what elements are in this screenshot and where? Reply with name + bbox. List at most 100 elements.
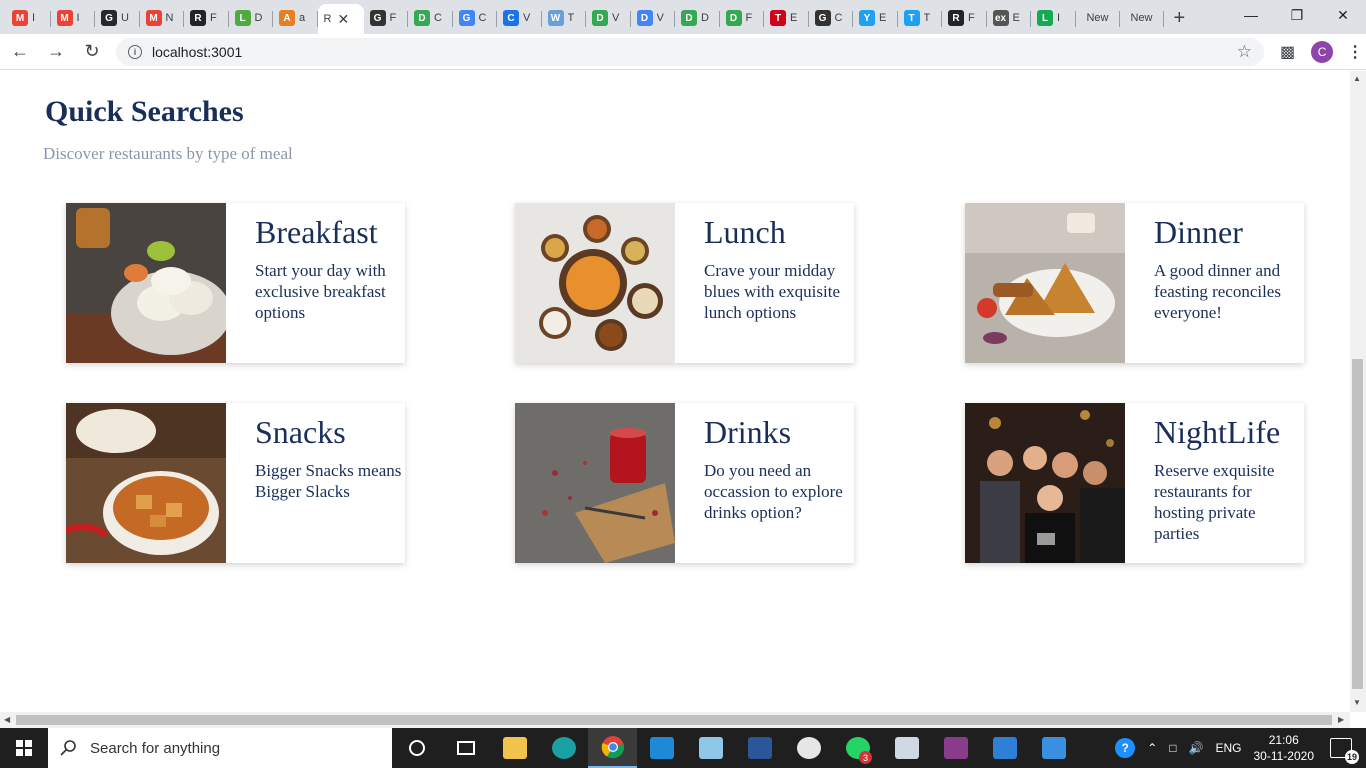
browser-tab[interactable]: TE <box>764 4 809 32</box>
browser-tab[interactable]: TT <box>898 4 943 32</box>
whatsapp-icon[interactable]: 3 <box>833 728 882 768</box>
browser-tab[interactable]: RF <box>942 4 987 32</box>
vertical-scroll-thumb[interactable] <box>1352 359 1363 689</box>
page-title: Quick Searches <box>45 95 244 128</box>
meal-card-snacks[interactable]: Snacks Bigger Snacks means Bigger Slacks <box>66 403 405 563</box>
t-icon: T <box>903 10 920 26</box>
browser-tab[interactable]: CV <box>497 4 542 32</box>
gmail-icon: M <box>145 10 162 26</box>
volume-icon[interactable]: 🔊 <box>1189 741 1204 755</box>
notification-center-icon[interactable]: 19 <box>1330 738 1359 764</box>
browser-tab[interactable]: YE <box>853 4 898 32</box>
start-button[interactable] <box>0 728 48 768</box>
clock[interactable]: 21:06 30-11-2020 <box>1254 732 1315 764</box>
screen-icon[interactable] <box>882 728 931 768</box>
tab-title: New <box>1130 12 1153 24</box>
reload-button[interactable]: ↻ <box>76 36 108 68</box>
browser-tab[interactable]: DF <box>720 4 765 32</box>
mongodb-icon: L <box>1037 10 1053 26</box>
grid-icon: A <box>279 10 295 26</box>
search-icon <box>60 740 76 756</box>
task-view-icon[interactable] <box>441 728 490 768</box>
windows-taskbar: Search for anything 3 ? ⌃ □ 🔊 ENG 21:06 … <box>0 728 1366 768</box>
tab-title: T <box>923 12 931 24</box>
meal-card-drinks[interactable]: Drinks Do you need an occassion to explo… <box>515 403 854 563</box>
browser-tab[interactable]: WT <box>542 4 587 32</box>
extensions-puzzle-icon[interactable]: ▩ <box>1280 42 1295 62</box>
browser-tab[interactable]: GC <box>809 4 854 32</box>
browser-tab[interactable]: GU <box>95 4 140 32</box>
tab-title: R <box>323 13 332 25</box>
forward-button[interactable]: → <box>40 36 72 68</box>
browser-tab[interactable]: DV <box>631 4 676 32</box>
profile-avatar[interactable]: C <box>1311 40 1334 63</box>
scroll-down-icon[interactable]: ▼ <box>1353 698 1361 707</box>
browser-tab[interactable]: DD <box>675 4 720 32</box>
word-icon[interactable] <box>735 728 784 768</box>
help-icon[interactable]: ? <box>1115 738 1136 758</box>
browser-tab[interactable]: LI <box>1031 4 1076 32</box>
tab-title: D <box>701 12 709 24</box>
edge-icon[interactable] <box>539 728 588 768</box>
paint-icon[interactable] <box>784 728 833 768</box>
browser-tab[interactable]: ex E <box>987 4 1032 32</box>
drinks-photo <box>515 403 675 563</box>
tab-new-1[interactable]: New <box>1076 4 1120 32</box>
browser-tab[interactable]: RF <box>184 4 229 32</box>
tab-title: C <box>478 12 487 24</box>
tab-title: New <box>1086 12 1109 24</box>
browser-tab[interactable]: GC <box>453 4 498 32</box>
browser-tab[interactable]: MN <box>140 4 185 32</box>
browser-tab[interactable]: DC <box>408 4 453 32</box>
url-text[interactable]: localhost:3001 <box>152 44 242 60</box>
meal-card-nightlife[interactable]: NightLife Reserve exquisite restaurants … <box>965 403 1304 563</box>
lunch-photo <box>515 203 675 363</box>
chrome-icon[interactable] <box>588 728 637 768</box>
horizontal-scrollbar[interactable]: ◀ ▶ <box>0 712 1350 728</box>
tab-title: D <box>254 12 263 24</box>
meal-card-lunch[interactable]: Lunch Crave your midday blues with exqui… <box>515 203 854 363</box>
vertical-scrollbar[interactable]: ▲ ▼ <box>1350 71 1366 712</box>
browser-tab[interactable]: MI <box>51 4 96 32</box>
tab-close-icon[interactable]: ✕ <box>338 11 350 28</box>
dinner-photo <box>965 203 1125 363</box>
horizontal-scroll-thumb[interactable] <box>16 715 1332 725</box>
browser-tab[interactable]: DV <box>586 4 631 32</box>
media-icon[interactable] <box>980 728 1029 768</box>
browser-menu-icon[interactable]: ⋮ <box>1347 42 1363 62</box>
browser-tab[interactable]: MI <box>6 4 51 32</box>
taskbar-search[interactable]: Search for anything <box>48 728 392 768</box>
globe-icon: G <box>814 10 831 26</box>
restore-button[interactable]: ❐ <box>1274 0 1320 30</box>
photos-icon[interactable] <box>1029 728 1078 768</box>
card-description: Reserve exquisite restaurants for hostin… <box>1154 461 1275 544</box>
close-window-button[interactable]: ✕ <box>1320 0 1366 30</box>
browser-tab[interactable]: Aa <box>273 4 318 32</box>
bookmark-star-icon[interactable]: ☆ <box>1237 42 1252 62</box>
language-indicator[interactable]: ENG <box>1215 741 1241 755</box>
tab-title: I <box>32 12 36 24</box>
tab-new-2[interactable]: New <box>1120 4 1164 32</box>
tab-title: F <box>745 12 753 24</box>
scroll-right-icon[interactable]: ▶ <box>1338 715 1344 724</box>
tab-title: E <box>790 12 798 24</box>
tray-chevron-icon[interactable]: ⌃ <box>1147 741 1157 755</box>
file-explorer-icon[interactable] <box>490 728 539 768</box>
browser-tab[interactable]: GF <box>364 4 409 32</box>
network-icon[interactable]: □ <box>1169 741 1176 755</box>
cortana-icon[interactable] <box>392 728 441 768</box>
new-tab-button[interactable]: + <box>1174 7 1186 30</box>
scroll-left-icon[interactable]: ◀ <box>4 715 10 724</box>
info-icon[interactable]: i <box>128 44 142 59</box>
minimize-button[interactable]: — <box>1228 0 1274 30</box>
vscode-icon[interactable] <box>637 728 686 768</box>
back-button[interactable]: ← <box>4 36 36 68</box>
winrar-icon[interactable] <box>931 728 980 768</box>
notepad-icon[interactable] <box>686 728 735 768</box>
meal-card-breakfast[interactable]: Breakfast Start your day with exclusive … <box>66 203 405 363</box>
address-bar[interactable]: i localhost:3001 ☆ <box>116 37 1264 66</box>
meal-card-dinner[interactable]: Dinner A good dinner and feasting reconc… <box>965 203 1304 363</box>
browser-tab[interactable]: R ✕ <box>317 4 364 34</box>
browser-tab[interactable]: LD <box>229 4 274 32</box>
scroll-up-icon[interactable]: ▲ <box>1353 74 1361 83</box>
